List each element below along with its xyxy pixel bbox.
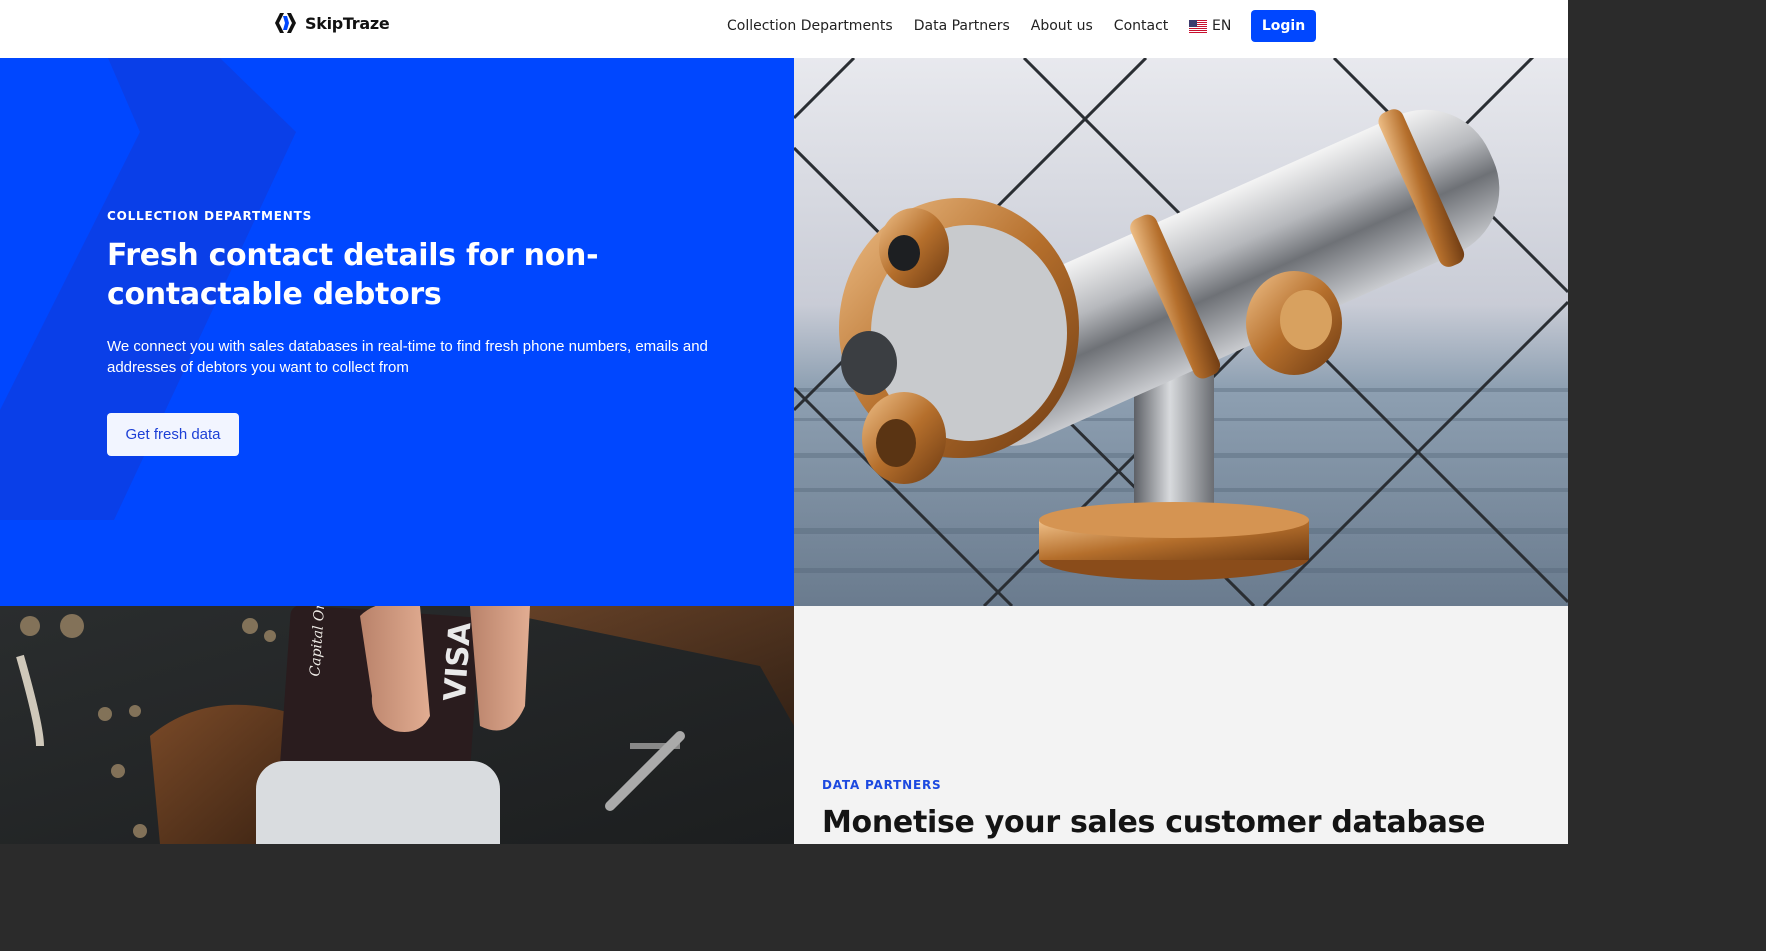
language-selector[interactable]: EN <box>1189 18 1231 34</box>
hero-description: We connect you with sales databases in r… <box>107 338 708 376</box>
hero-title: Fresh contact details for non-contactabl… <box>107 238 599 312</box>
site-header: SkipTraze Collection Departments Data Pa… <box>0 0 1568 58</box>
window-margin <box>1568 0 1766 844</box>
language-label: EN <box>1212 18 1232 34</box>
nav-collection-departments[interactable]: Collection Departments <box>727 18 893 34</box>
main-nav: Collection Departments Data Partners Abo… <box>727 18 1189 34</box>
us-flag-icon <box>1189 19 1207 33</box>
logo-link[interactable]: SkipTraze <box>274 11 390 35</box>
telescope-photo <box>794 58 1568 606</box>
login-button[interactable]: Login <box>1251 10 1316 42</box>
logo-text: SkipTraze <box>305 13 390 33</box>
hero-section: COLLECTION DEPARTMENTS Fresh contact det… <box>0 58 794 606</box>
nav-about-us[interactable]: About us <box>1031 18 1093 34</box>
window-bottom-margin <box>0 844 1766 951</box>
logo-icon <box>275 13 296 33</box>
partners-title: Monetise your sales customer database <box>822 805 1486 840</box>
data-partners-section: DATA PARTNERS Monetise your sales custom… <box>794 606 1568 844</box>
credit-card-photo: Capital One VISA <box>0 606 794 844</box>
get-fresh-data-button[interactable]: Get fresh data <box>107 413 239 456</box>
partners-eyebrow: DATA PARTNERS <box>822 778 942 792</box>
nav-contact[interactable]: Contact <box>1114 18 1168 34</box>
page-viewport: SkipTraze Collection Departments Data Pa… <box>0 0 1568 844</box>
nav-data-partners[interactable]: Data Partners <box>914 18 1010 34</box>
hero-eyebrow: COLLECTION DEPARTMENTS <box>107 209 313 223</box>
